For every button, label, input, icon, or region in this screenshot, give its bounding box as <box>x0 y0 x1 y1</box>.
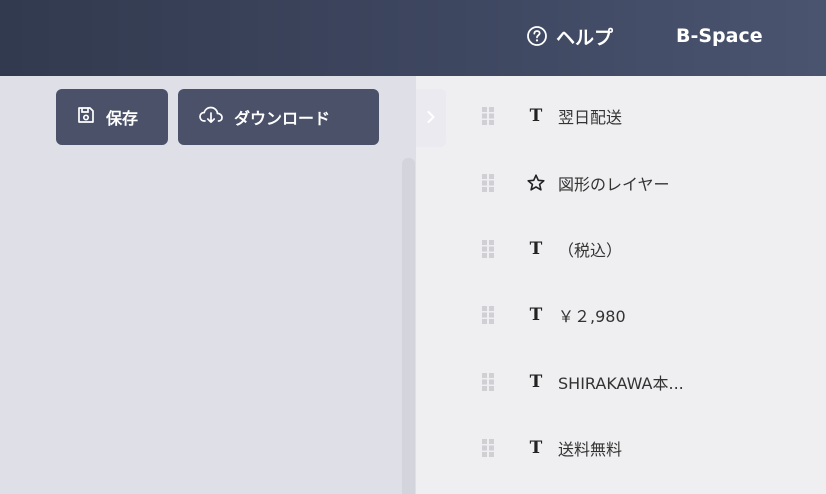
panel-collapse-button[interactable] <box>416 89 446 147</box>
layer-name: 図形のレイヤー <box>558 175 670 194</box>
chevron-right-icon <box>426 109 436 128</box>
top-navigation-bar: ヘルプ B-Space <box>0 0 826 76</box>
cloud-download-icon <box>198 105 224 130</box>
canvas-scrollbar[interactable] <box>402 158 415 494</box>
text-type-icon: T <box>529 239 543 259</box>
layer-item[interactable]: T ￥２,980 <box>416 295 826 335</box>
drag-handle-icon[interactable] <box>482 439 494 457</box>
layer-item[interactable]: T 送料無料 <box>416 428 826 468</box>
drag-handle-icon[interactable] <box>482 373 494 391</box>
drag-handle-icon[interactable] <box>482 240 494 258</box>
text-type-icon: T <box>529 372 543 392</box>
layer-name: 翌日配送 <box>558 108 623 127</box>
help-link[interactable]: ヘルプ <box>526 22 613 50</box>
save-label: 保存 <box>106 111 139 128</box>
workspace-name[interactable]: B-Space <box>676 22 763 50</box>
layer-item[interactable]: T 翌日配送 <box>416 96 826 136</box>
star-icon <box>526 173 546 193</box>
download-button[interactable]: ダウンロード <box>178 89 379 145</box>
download-label: ダウンロード <box>234 111 331 128</box>
layer-name: （税込） <box>558 241 623 260</box>
layer-name: SHIRAKAWA本... <box>558 374 684 393</box>
canvas-area: 保存 ダウンロード <box>0 76 416 494</box>
text-type-icon: T <box>529 438 543 458</box>
layer-item[interactable]: 図形のレイヤー <box>416 163 826 203</box>
layer-item[interactable]: T （税込） <box>416 229 826 269</box>
layer-item[interactable]: T SHIRAKAWA本... <box>416 362 826 402</box>
text-type-icon: T <box>529 106 543 126</box>
layer-name: 送料無料 <box>558 440 623 459</box>
layer-panel: T 翌日配送 図形のレイヤー T （税込） T ￥２,980 T SHIRAKA… <box>416 76 826 494</box>
save-button[interactable]: 保存 <box>56 89 168 145</box>
save-icon <box>76 105 96 130</box>
help-label: ヘルプ <box>556 26 614 49</box>
layer-name: ￥２,980 <box>558 307 626 326</box>
text-type-icon: T <box>529 305 543 325</box>
drag-handle-icon[interactable] <box>482 174 494 192</box>
drag-handle-icon[interactable] <box>482 306 494 324</box>
drag-handle-icon[interactable] <box>482 107 494 125</box>
question-circle-icon <box>526 25 548 47</box>
